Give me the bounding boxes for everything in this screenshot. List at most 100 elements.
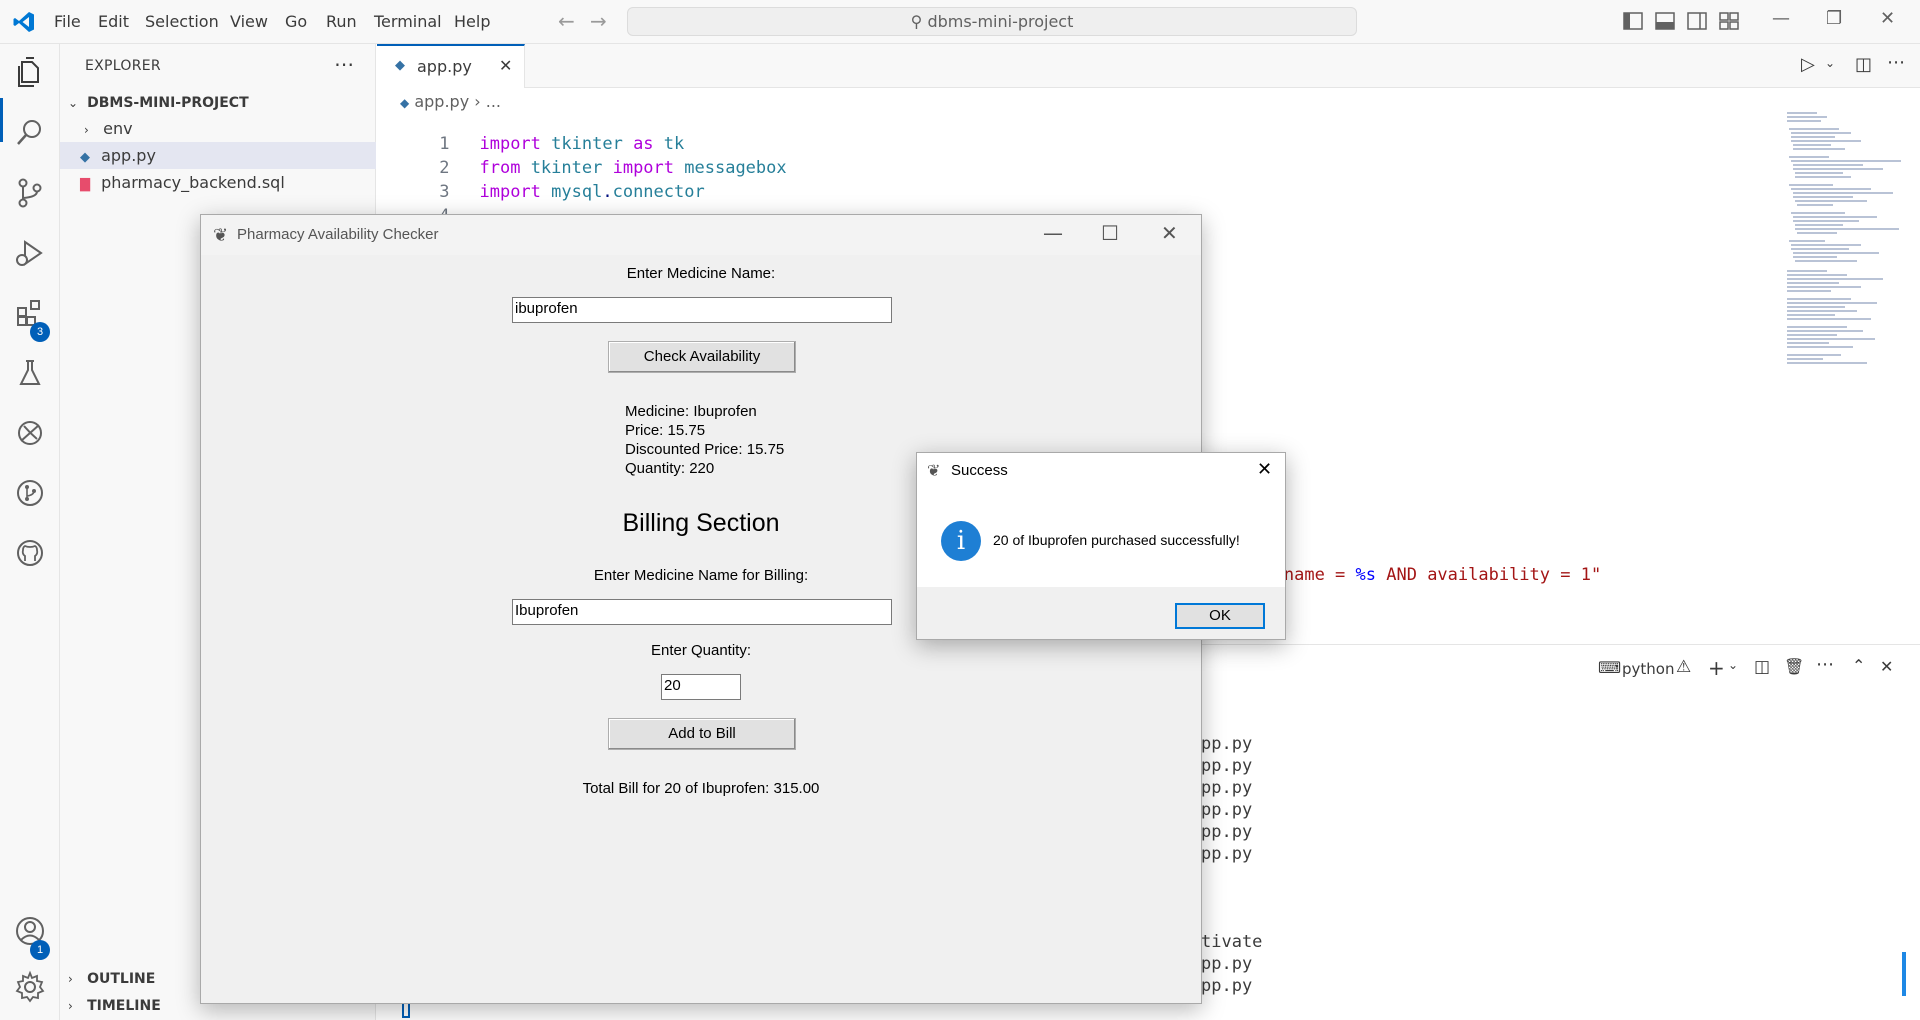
outline-label: OUTLINE bbox=[87, 971, 156, 987]
terminal-line: pp.py bbox=[1201, 734, 1253, 754]
command-center-label: dbms-mini-project bbox=[927, 12, 1074, 31]
remote-explorer-icon[interactable] bbox=[13, 416, 47, 450]
check-availability-button[interactable]: Check Availability bbox=[608, 341, 796, 373]
explorer-icon[interactable] bbox=[13, 56, 47, 90]
breadcrumb-separator-icon: › bbox=[474, 92, 481, 111]
trash-icon[interactable]: 🗑 bbox=[1784, 657, 1804, 676]
chevron-down-icon[interactable]: ⌄ bbox=[1728, 658, 1738, 672]
search-icon[interactable] bbox=[13, 116, 47, 150]
forward-arrow-icon[interactable]: → bbox=[590, 9, 607, 33]
minimize-icon[interactable]: — bbox=[1772, 8, 1790, 29]
terminal-icon: ⌨ bbox=[1598, 658, 1622, 677]
code-format-spec: %s bbox=[1355, 565, 1377, 585]
command-center-search[interactable]: ⚲ dbms-mini-project bbox=[627, 7, 1357, 36]
split-terminal-icon[interactable]: ◫ bbox=[1754, 657, 1770, 677]
run-debug-icon[interactable] bbox=[13, 236, 47, 270]
python-file-icon: ◆ bbox=[400, 96, 410, 110]
code-string: AND availability = 1" bbox=[1376, 565, 1602, 585]
close-icon[interactable]: ✕ bbox=[1880, 8, 1895, 29]
run-python-icon[interactable]: ▷ bbox=[1801, 54, 1815, 75]
more-actions-icon[interactable]: ⋯ bbox=[334, 52, 354, 76]
database-file-icon: ▇ bbox=[80, 177, 90, 192]
code-line[interactable]: 2 from tkinter import messagebox bbox=[377, 138, 786, 178]
tree-item-env[interactable]: › env bbox=[60, 115, 376, 142]
tree-item-app-py[interactable]: ◆ app.py bbox=[60, 142, 376, 169]
menu-file[interactable]: File bbox=[54, 12, 81, 31]
activity-bar: 3 1 bbox=[0, 44, 60, 1020]
source-control-icon[interactable] bbox=[13, 176, 47, 210]
customize-layout-icon[interactable] bbox=[1719, 12, 1739, 30]
tk-feather-icon: ❦ bbox=[213, 225, 229, 246]
tab-close-icon[interactable]: ✕ bbox=[499, 56, 512, 75]
more-actions-icon[interactable]: ⋯ bbox=[1816, 654, 1834, 675]
terminal-line: pp.py bbox=[1201, 756, 1253, 776]
chevron-right-icon: › bbox=[68, 972, 73, 986]
chevron-up-icon[interactable]: ⌃ bbox=[1852, 656, 1865, 675]
toggle-secondary-sidebar-icon[interactable] bbox=[1687, 12, 1707, 30]
terminal-scrollbar[interactable] bbox=[1902, 952, 1906, 996]
accounts-badge: 1 bbox=[30, 940, 50, 960]
success-dialog: ❦ Success ✕ i 20 of Ibuprofen purchased … bbox=[916, 452, 1286, 640]
git-graph-icon[interactable] bbox=[13, 476, 47, 510]
code-line[interactable]: 3 import mysql.connector bbox=[377, 162, 704, 202]
code-line[interactable]: 4 bbox=[377, 186, 479, 226]
toggle-primary-sidebar-icon[interactable] bbox=[1623, 12, 1643, 30]
menu-terminal[interactable]: Terminal bbox=[374, 12, 442, 31]
menu-selection[interactable]: Selection bbox=[145, 12, 219, 31]
quantity-input[interactable]: 20 bbox=[661, 674, 741, 700]
quantity-label: Enter Quantity: bbox=[650, 642, 752, 659]
tab-app-py[interactable]: ◆ app.py ✕ bbox=[377, 44, 525, 88]
medicine-name-input[interactable]: ibuprofen bbox=[512, 297, 892, 323]
extensions-badge: 3 bbox=[30, 322, 50, 342]
ok-button[interactable]: OK bbox=[1175, 603, 1265, 629]
breadcrumb-rest[interactable]: ... bbox=[486, 92, 501, 111]
code-line[interactable]: 1 import tkinter as tk bbox=[377, 114, 684, 154]
terminal-line: pp.py bbox=[1201, 976, 1253, 996]
back-arrow-icon[interactable]: ← bbox=[558, 9, 575, 33]
result-medicine: Medicine: Ibuprofen bbox=[625, 403, 757, 420]
info-icon: i bbox=[941, 521, 981, 561]
active-indicator bbox=[0, 98, 3, 142]
billing-name-input[interactable]: Ibuprofen bbox=[512, 599, 892, 625]
minimap[interactable] bbox=[1785, 110, 1905, 410]
menu-run[interactable]: Run bbox=[326, 12, 357, 31]
tree-item-label: env bbox=[103, 119, 133, 138]
terminal-line: pp.py bbox=[1201, 954, 1253, 974]
new-terminal-icon[interactable]: + bbox=[1708, 656, 1725, 680]
breadcrumb: ◆ app.py › ... bbox=[400, 92, 501, 111]
project-root[interactable]: ⌄ DBMS-MINI-PROJECT bbox=[60, 88, 376, 115]
close-icon[interactable]: ✕ bbox=[1161, 221, 1178, 245]
maximize-icon[interactable]: ☐ bbox=[1101, 221, 1119, 245]
menu-edit[interactable]: Edit bbox=[98, 12, 129, 31]
explorer-title: EXPLORER bbox=[85, 58, 161, 74]
menu-view[interactable]: View bbox=[230, 12, 268, 31]
menu-help[interactable]: Help bbox=[454, 12, 490, 31]
panel-border bbox=[1200, 644, 1920, 645]
result-quantity: Quantity: 220 bbox=[625, 460, 715, 477]
chevron-down-icon: ⌄ bbox=[68, 96, 79, 110]
split-editor-icon[interactable]: ◫ bbox=[1855, 54, 1872, 75]
close-panel-icon[interactable]: ✕ bbox=[1880, 657, 1893, 676]
editor-tabs: ◆ app.py ✕ ▷ ⌄ ◫ ⋯ bbox=[377, 44, 1920, 88]
terminal-shell-name[interactable]: python bbox=[1622, 660, 1674, 678]
menu-go[interactable]: Go bbox=[285, 12, 307, 31]
chevron-down-icon[interactable]: ⌄ bbox=[1825, 56, 1835, 70]
restore-icon[interactable]: ❐ bbox=[1826, 8, 1842, 29]
testing-flask-icon[interactable] bbox=[13, 356, 47, 390]
add-to-bill-button[interactable]: Add to Bill bbox=[608, 718, 796, 750]
gear-icon[interactable] bbox=[13, 970, 47, 1004]
close-icon[interactable]: ✕ bbox=[1257, 459, 1272, 480]
tree-item-sql[interactable]: ▇ pharmacy_backend.sql bbox=[60, 169, 376, 196]
tk-title-bar: ❦ Pharmacy Availability Checker — ☐ ✕ bbox=[201, 215, 1201, 255]
more-actions-icon[interactable]: ⋯ bbox=[1887, 52, 1905, 73]
code-keyword: import bbox=[479, 182, 541, 202]
toggle-panel-icon[interactable] bbox=[1655, 12, 1675, 30]
breadcrumb-file[interactable]: app.py bbox=[414, 92, 469, 111]
terminal-line: pp.py bbox=[1201, 800, 1253, 820]
python-file-icon: ◆ bbox=[395, 58, 405, 73]
result-price: Price: 15.75 bbox=[625, 422, 706, 439]
github-icon[interactable] bbox=[13, 536, 47, 570]
terminal-line: pp.py bbox=[1201, 778, 1253, 798]
minimize-icon[interactable]: — bbox=[1043, 221, 1063, 245]
code-module: mysql bbox=[551, 182, 603, 202]
